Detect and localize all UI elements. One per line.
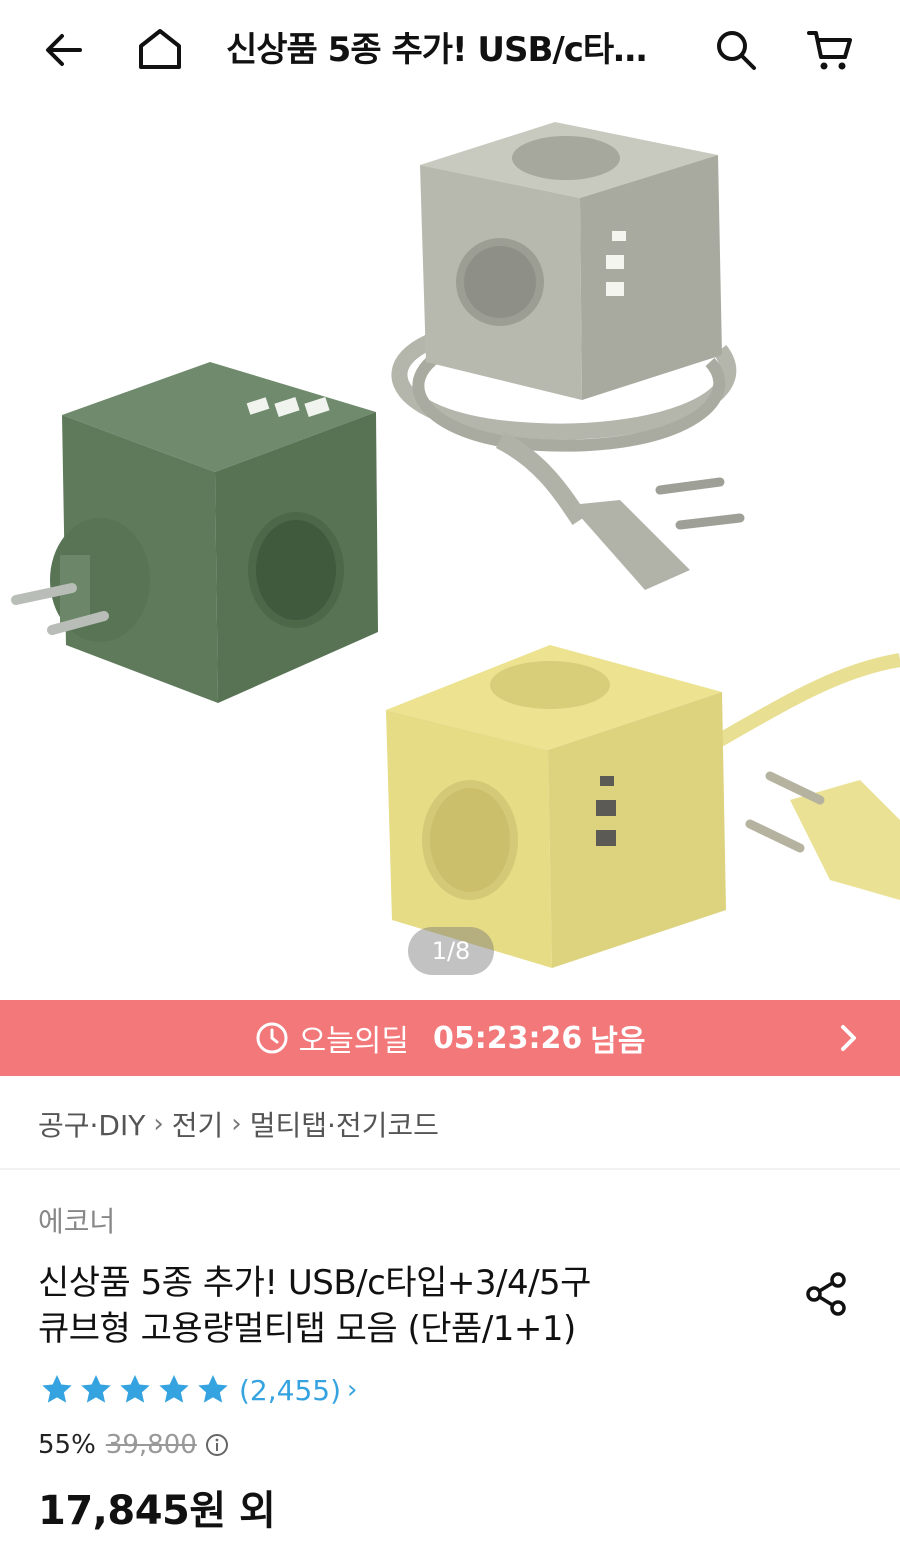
chevron-right-icon: ›: [347, 1375, 358, 1405]
product-title: 신상품 5종 추가! USB/c타입+3/4/5구 큐브형 고용량멀티탭 모음 …: [38, 1260, 738, 1352]
deal-countdown: 05:23:26: [432, 1020, 583, 1056]
breadcrumb: 공구·DIY › 전기 › 멀티탭·전기코드: [38, 1100, 439, 1148]
gallery-pager: 1/8: [408, 927, 494, 975]
brand-name[interactable]: 에코너: [38, 1200, 115, 1240]
breadcrumb-item[interactable]: 공구·DIY: [38, 1104, 145, 1144]
search-icon[interactable]: [708, 22, 764, 78]
original-price: 39,800: [105, 1430, 197, 1460]
share-icon[interactable]: [800, 1268, 852, 1320]
review-count[interactable]: (2,455): [239, 1374, 341, 1407]
star-icon: [81, 1375, 111, 1403]
star-icon: [42, 1375, 72, 1403]
star-icon: [159, 1375, 189, 1403]
home-icon[interactable]: [132, 22, 188, 78]
deal-remain-text: 남음: [590, 1024, 646, 1059]
clock-icon: [256, 1022, 288, 1054]
product-title-line: 신상품 5종 추가! USB/c타입+3/4/5구: [38, 1263, 591, 1303]
page-title: 신상품 5종 추가! USB/c타입+3/4/5구 큐브형 고용량멀티탭 모음 …: [226, 30, 676, 70]
breadcrumb-item[interactable]: 멀티탭·전기코드: [250, 1104, 439, 1144]
todays-deal-banner[interactable]: 오늘의딜 05:23:26 남음: [0, 1000, 900, 1076]
product-image-gallery[interactable]: [0, 100, 900, 1000]
deal-label: 오늘의딜: [298, 1024, 409, 1059]
chevron-right-icon: [841, 1025, 856, 1051]
top-app-bar: 신상품 5종 추가! USB/c타입+3/4/5구 큐브형 고용량멀티탭 모음 …: [0, 0, 900, 100]
chevron-right-icon: ›: [231, 1109, 242, 1139]
cart-icon[interactable]: [802, 22, 858, 78]
star-rating: [38, 1372, 233, 1408]
star-icon: [120, 1375, 150, 1403]
rating-row[interactable]: (2,455) ›: [38, 1372, 357, 1408]
product-photo: [11, 122, 900, 968]
info-icon[interactable]: [205, 1433, 229, 1457]
product-title-line: 큐브형 고용량멀티탭 모음 (단품/1+1): [38, 1309, 576, 1349]
discount-rate: 55%: [38, 1430, 96, 1460]
sale-price: 17,845원 외: [38, 1488, 276, 1534]
price-discount-row: 55% 39,800: [38, 1430, 229, 1460]
back-arrow-icon[interactable]: [36, 22, 92, 78]
section-divider: [0, 1168, 900, 1170]
breadcrumb-item[interactable]: 전기: [172, 1104, 224, 1144]
chevron-right-icon: ›: [153, 1109, 164, 1139]
star-icon: [198, 1375, 228, 1403]
